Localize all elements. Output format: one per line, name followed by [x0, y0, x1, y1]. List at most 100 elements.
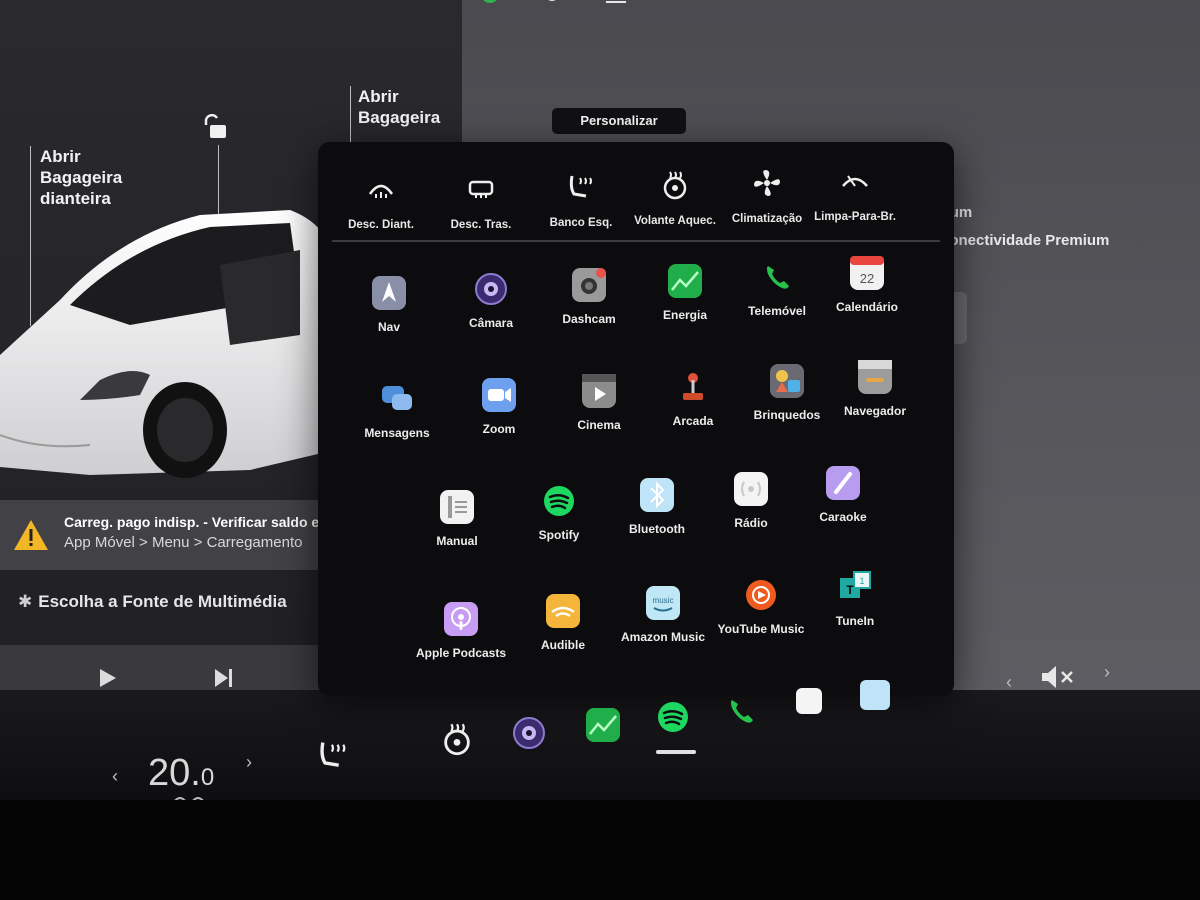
app-label: Amazon Music	[620, 630, 705, 644]
front-defrost-icon	[368, 184, 394, 198]
temperature-value: 20.	[148, 752, 201, 794]
open-front-trunk-label[interactable]: Abrir Bagageira dianteira	[40, 146, 122, 209]
media-source-label: Escolha a Fonte de Multimédia	[38, 592, 287, 611]
quick-control-label: Volante Aquec.	[634, 215, 716, 227]
dock-steering-heater-icon[interactable]	[440, 722, 474, 756]
alert-path: App Móvel > Menu > Carregamento	[64, 534, 303, 551]
quick-control-steering-heater[interactable]: Volante Aquec.	[630, 170, 720, 227]
svg-text:22: 22	[860, 271, 874, 286]
app-label: Dashcam	[562, 312, 616, 326]
app-label: Zoom	[482, 422, 516, 436]
app-browser[interactable]: Navegador	[820, 360, 930, 418]
wiper-icon	[842, 175, 868, 187]
app-audible[interactable]: Audible	[508, 594, 618, 652]
dock-energy-icon[interactable]	[586, 708, 620, 742]
app-zoom[interactable]: Zoom	[444, 378, 554, 436]
app-label: Nav	[377, 320, 400, 334]
mute-icon[interactable]	[1040, 664, 1076, 690]
app-label: Câmara	[468, 316, 514, 330]
app-label: Apple Podcasts	[415, 646, 507, 660]
cinema-icon	[582, 374, 616, 408]
quick-control-rear-defrost[interactable]: Desc. Tras.	[436, 174, 526, 231]
dock-bluetooth-icon[interactable]	[860, 680, 890, 710]
bluetooth-icon	[640, 478, 674, 512]
top-status-icons	[483, 0, 626, 3]
temperature-decimal: 0	[200, 764, 215, 791]
dock-seat-heater-icon[interactable]	[316, 738, 350, 772]
app-camera[interactable]: Câmara	[436, 272, 546, 330]
dock-radio-icon[interactable]	[796, 688, 822, 714]
quick-control-left-seat[interactable]: Banco Esq.	[536, 172, 626, 229]
quick-control-wipers[interactable]: Limpa-Para-Br.	[810, 166, 900, 223]
open-rear-trunk-label[interactable]: Abrir Bagageira	[358, 86, 440, 128]
charging-alert-banner[interactable]: Carreg. pago indisp. - Verificar saldo e…	[0, 500, 345, 570]
launcher-divider	[332, 240, 940, 242]
quick-control-label: Climatização	[731, 213, 803, 225]
calendar-icon: 22	[850, 256, 884, 290]
car-model-image	[0, 210, 335, 478]
youtube-music-icon	[744, 578, 778, 612]
energy-icon	[668, 264, 702, 298]
quick-control-label: Desc. Tras.	[450, 219, 512, 231]
dock-spotify-icon[interactable]	[656, 700, 690, 734]
dashcam-icon	[572, 268, 606, 302]
screen-bezel	[0, 800, 1200, 900]
spotify-icon	[542, 484, 576, 518]
alert-title: Carreg. pago indisp. - Verificar saldo e…	[64, 514, 332, 530]
app-tunein[interactable]: T1 TuneIn	[800, 570, 910, 628]
quick-control-label: Desc. Diant.	[348, 219, 414, 231]
bluetooth-icon: ✱	[18, 592, 33, 611]
steering-heater-icon	[663, 171, 687, 200]
media-source-prompt[interactable]: ✱ Escolha a Fonte de Multimédia	[18, 592, 287, 612]
temperature-display[interactable]: 20.0	[148, 752, 214, 795]
app-apple-podcasts[interactable]: Apple Podcasts	[406, 602, 516, 660]
svg-text:T: T	[846, 583, 854, 597]
toybox-icon	[770, 364, 804, 398]
app-label: Manual	[436, 534, 478, 548]
app-launcher-overlay: Desc. Diant. Desc. Tras. Banco Esq. Vola…	[318, 142, 954, 696]
app-label: Calendário	[835, 300, 898, 314]
app-nav[interactable]: Nav	[334, 276, 444, 334]
arcade-icon	[676, 370, 710, 404]
app-dashcam[interactable]: Dashcam	[534, 268, 644, 326]
app-caraoke[interactable]: Caraoke	[788, 466, 898, 524]
dock-active-indicator	[656, 750, 696, 754]
quick-control-label: Banco Esq.	[549, 217, 613, 229]
play-icon[interactable]	[96, 667, 120, 689]
app-spotify[interactable]: Spotify	[504, 484, 614, 542]
phone-icon	[760, 260, 794, 294]
next-track-icon[interactable]	[212, 667, 236, 689]
app-manual[interactable]: Manual	[402, 490, 512, 548]
audible-icon	[546, 594, 580, 628]
messages-icon	[380, 382, 414, 416]
caraoke-icon	[826, 466, 860, 500]
manual-icon	[440, 490, 474, 524]
volume-increase-icon[interactable]: ›	[1104, 662, 1110, 683]
app-label: Audible	[541, 638, 585, 652]
amazon-music-icon: music	[646, 586, 680, 620]
camera-icon	[474, 272, 508, 306]
svg-text:1: 1	[859, 576, 864, 586]
quick-control-front-defrost[interactable]: Desc. Diant.	[336, 174, 426, 231]
quick-control-label: Limpa-Para-Br.	[814, 211, 896, 223]
app-label: TuneIn	[835, 614, 875, 628]
app-calendar[interactable]: 22 Calendário	[812, 256, 922, 314]
dock-phone-icon[interactable]	[724, 694, 758, 728]
customize-title: Personalizar	[552, 108, 686, 134]
svg-text:music: music	[653, 596, 674, 605]
app-amazon-music[interactable]: music Amazon Music	[608, 586, 718, 644]
temperature-decrease-icon[interactable]: ‹	[112, 766, 118, 787]
volume-decrease-icon[interactable]: ‹	[1006, 672, 1012, 693]
seat-heater-icon	[569, 175, 592, 198]
tunein-icon: T1	[838, 570, 872, 604]
fan-icon	[754, 170, 780, 196]
app-messages[interactable]: Mensagens	[342, 382, 452, 440]
dock-camera-icon[interactable]	[512, 716, 546, 750]
unlock-icon[interactable]	[200, 114, 228, 140]
temperature-increase-icon[interactable]: ›	[246, 752, 252, 773]
podcasts-icon	[444, 602, 478, 636]
app-label: Navegador	[843, 404, 907, 418]
radio-icon	[734, 472, 768, 506]
quick-control-climate[interactable]: Climatização	[722, 168, 812, 225]
app-label: Mensagens	[364, 426, 430, 440]
